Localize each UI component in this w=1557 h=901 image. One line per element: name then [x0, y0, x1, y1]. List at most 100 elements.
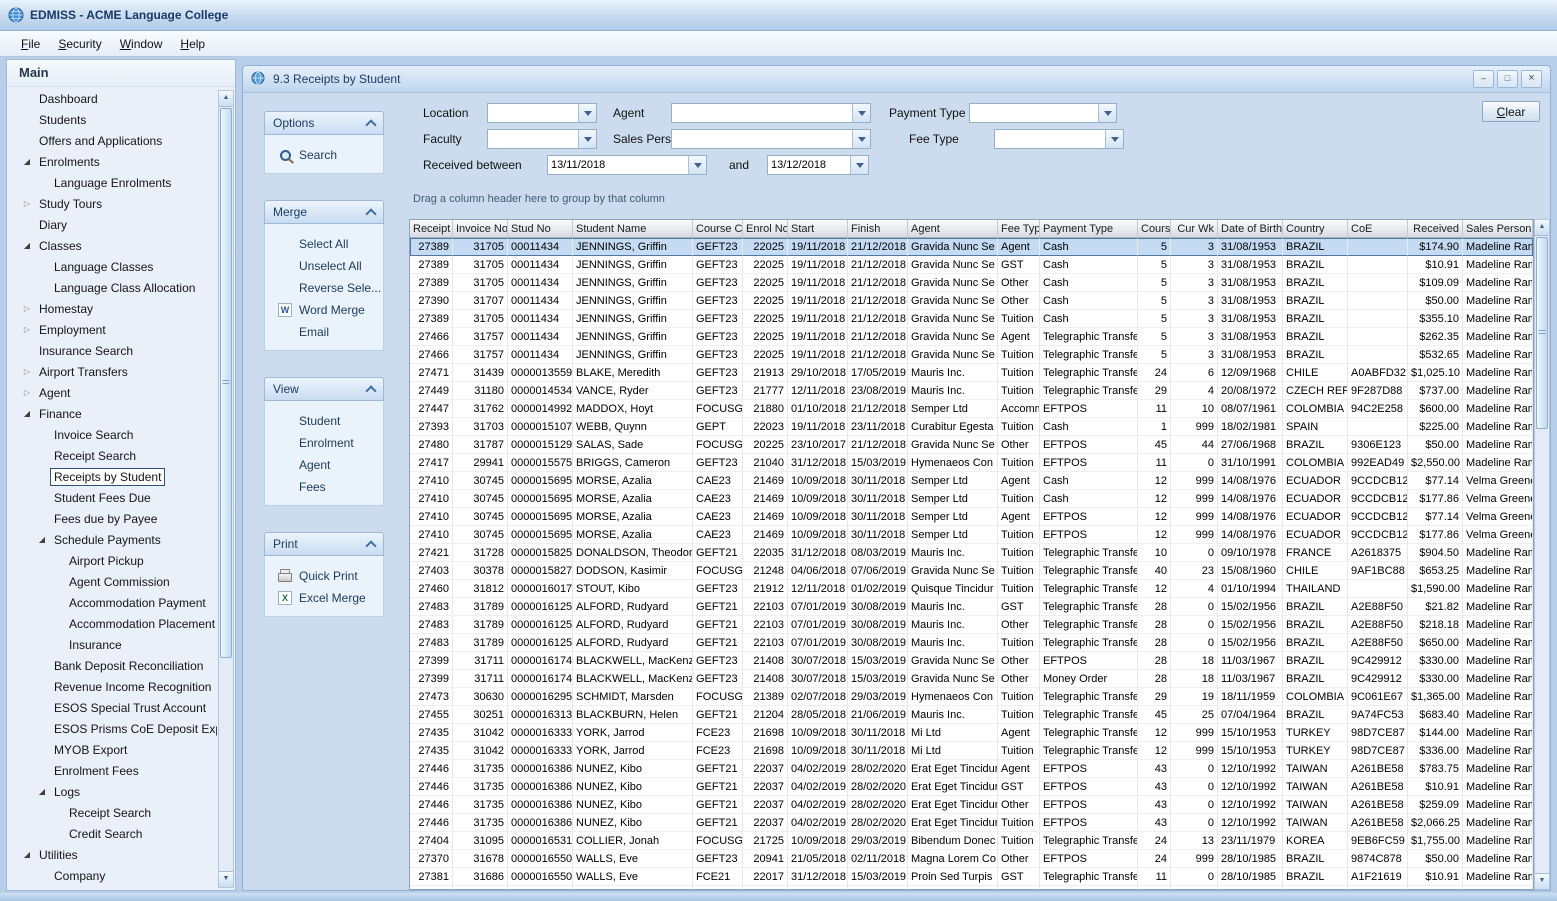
column-header-agent[interactable]: Agent: [908, 220, 998, 238]
table-row[interactable]: 27483317890000016125ALFORD, RudyardGEFT2…: [410, 634, 1533, 652]
sidebar-item-airport-pickup[interactable]: Airport Pickup: [7, 550, 217, 571]
column-header-date-of-birth[interactable]: Date of Birth: [1218, 220, 1283, 238]
grid-vertical-scrollbar[interactable]: ▲ ▼: [1534, 219, 1550, 890]
table-row[interactable]: 27410307450000015695MORSE, AzaliaCAE2321…: [410, 508, 1533, 526]
table-row[interactable]: 273903170700011434JENNINGS, GriffinGEFT2…: [410, 292, 1533, 310]
action-agent[interactable]: Agent: [265, 454, 383, 476]
close-icon[interactable]: ×: [1521, 70, 1542, 88]
table-row[interactable]: 27460318120000016017STOUT, KiboGEFT23219…: [410, 580, 1533, 598]
column-header-course[interactable]: Course: [1138, 220, 1171, 238]
minimize-icon[interactable]: –: [1473, 70, 1494, 88]
sidebar-item-students[interactable]: Students: [7, 109, 217, 130]
sidebar-item-receipts-by-student[interactable]: Receipts by Student: [7, 466, 217, 487]
expand-icon[interactable]: ▷: [19, 388, 35, 397]
table-row[interactable]: 27455302510000016313BLACKBURN, HelenGEFT…: [410, 706, 1533, 724]
group-header-print[interactable]: Print: [264, 532, 384, 556]
payment-type-select[interactable]: [969, 103, 1117, 123]
column-header-receipt-no[interactable]: Receipt No: [410, 220, 453, 238]
action-search[interactable]: Search: [265, 144, 383, 166]
table-row[interactable]: 27381316860000016550WALLS, EveFCE2122017…: [410, 886, 1533, 890]
calendar-dropdown-icon[interactable]: [850, 156, 868, 174]
received-to-date[interactable]: 13/12/2018: [767, 155, 869, 175]
sidebar-item-airport-transfers[interactable]: ▷Airport Transfers: [7, 361, 217, 382]
column-header-course-code[interactable]: Course Code: [693, 220, 743, 238]
expand-icon[interactable]: ▷: [19, 367, 35, 376]
table-row[interactable]: 273893170500011434JENNINGS, GriffinGEFT2…: [410, 256, 1533, 274]
scroll-down-icon[interactable]: ▼: [1535, 873, 1549, 889]
scroll-up-icon[interactable]: ▲: [1535, 220, 1549, 236]
collapse-icon[interactable]: ◢: [19, 157, 35, 166]
dropdown-arrow-icon[interactable]: [852, 104, 870, 122]
action-quick-print[interactable]: Quick Print: [265, 565, 383, 587]
received-from-date[interactable]: 13/11/2018: [547, 155, 707, 175]
column-header-invoice-no[interactable]: Invoice No: [453, 220, 508, 238]
menu-item-window[interactable]: Window: [111, 34, 172, 54]
group-header-view[interactable]: View: [264, 377, 384, 401]
sidebar-item-offers-and-applications[interactable]: Offers and Applications: [7, 130, 217, 151]
location-select[interactable]: [487, 103, 597, 123]
action-email[interactable]: Email: [265, 321, 383, 343]
table-row[interactable]: 273893170500011434JENNINGS, GriffinGEFT2…: [410, 274, 1533, 292]
sidebar-item-insurance-search[interactable]: Insurance Search: [7, 340, 217, 361]
action-fees[interactable]: Fees: [265, 476, 383, 498]
column-header-stud-no[interactable]: Stud No: [508, 220, 573, 238]
group-header-options[interactable]: Options: [264, 111, 384, 135]
sidebar-item-esos-special-trust-account[interactable]: ESOS Special Trust Account: [7, 697, 217, 718]
agent-select[interactable]: [671, 103, 871, 123]
menu-item-security[interactable]: Security: [49, 34, 110, 54]
table-row[interactable]: 27399317110000016174BLACKWELL, MacKenzie…: [410, 652, 1533, 670]
table-row[interactable]: 274663175700011434JENNINGS, GriffinGEFT2…: [410, 346, 1533, 364]
table-row[interactable]: 27404310950000016531COLLIER, JonahFOCUSG…: [410, 832, 1533, 850]
action-reverse-sele[interactable]: Reverse Sele...: [265, 277, 383, 299]
action-enrolment[interactable]: Enrolment: [265, 432, 383, 454]
sidebar-item-language-classes[interactable]: Language Classes: [7, 256, 217, 277]
expand-icon[interactable]: ▷: [19, 199, 35, 208]
collapse-icon[interactable]: ◢: [19, 850, 35, 859]
action-unselect-all[interactable]: Unselect All: [265, 255, 383, 277]
sidebar-item-dashboard[interactable]: Dashboard: [7, 88, 217, 109]
column-header-cur-wk[interactable]: Cur Wk: [1171, 220, 1218, 238]
sidebar-item-invoice-search[interactable]: Invoice Search: [7, 424, 217, 445]
sidebar-item-receipt-search[interactable]: Receipt Search: [7, 802, 217, 823]
sidebar-item-receipt-search[interactable]: Receipt Search: [7, 445, 217, 466]
sidebar-scrollbar[interactable]: ▲ ▼: [218, 90, 234, 888]
table-row[interactable]: 27417299410000015575BRIGGS, CameronGEFT2…: [410, 454, 1533, 472]
dropdown-arrow-icon[interactable]: [1105, 130, 1123, 148]
sidebar-item-fees-due-by-payee[interactable]: Fees due by Payee: [7, 508, 217, 529]
table-row[interactable]: 27446317350000016386NUNEZ, KiboGEFT21220…: [410, 814, 1533, 832]
column-header-enrol-no[interactable]: Enrol No: [743, 220, 788, 238]
dropdown-arrow-icon[interactable]: [578, 104, 596, 122]
title-bar[interactable]: EDMISS - ACME Language College: [0, 0, 1557, 31]
table-row[interactable]: 27446317350000016386NUNEZ, KiboGEFT21220…: [410, 760, 1533, 778]
sidebar-item-language-enrolments[interactable]: Language Enrolments: [7, 172, 217, 193]
restore-icon[interactable]: □: [1497, 70, 1518, 88]
table-row[interactable]: 273893170500011434JENNINGS, GriffinGEFT2…: [410, 310, 1533, 328]
table-row[interactable]: 27410307450000015695MORSE, AzaliaCAE2321…: [410, 472, 1533, 490]
group-by-bar[interactable]: Drag a column header here to group by th…: [409, 185, 1550, 219]
faculty-select[interactable]: [487, 129, 597, 149]
scrollbar-thumb[interactable]: [220, 108, 232, 658]
fee-type-select[interactable]: [994, 129, 1124, 149]
table-row[interactable]: 27410307450000015695MORSE, AzaliaCAE2321…: [410, 526, 1533, 544]
sidebar-item-study-tours[interactable]: ▷Study Tours: [7, 193, 217, 214]
column-header-payment-type[interactable]: Payment Type: [1040, 220, 1138, 238]
sidebar-item-student-fees-due[interactable]: Student Fees Due: [7, 487, 217, 508]
sidebar-item-agent-commission[interactable]: Agent Commission: [7, 571, 217, 592]
column-header-student-name[interactable]: Student Name: [573, 220, 693, 238]
collapse-icon[interactable]: ◢: [19, 409, 35, 418]
table-row[interactable]: 27399317110000016174BLACKWELL, MacKenzie…: [410, 670, 1533, 688]
menu-item-file[interactable]: File: [12, 34, 49, 54]
expand-icon[interactable]: ▷: [19, 325, 35, 334]
sidebar-item-enrolment-fees[interactable]: Enrolment Fees: [7, 760, 217, 781]
column-header-received[interactable]: Received: [1408, 220, 1463, 238]
panel-title-bar[interactable]: 9.3 Receipts by Student – □ ×: [243, 66, 1550, 93]
expand-icon[interactable]: ▷: [19, 304, 35, 313]
sidebar-item-homestay[interactable]: ▷Homestay: [7, 298, 217, 319]
table-row[interactable]: 27473306300000016295SCHMIDT, MarsdenFOCU…: [410, 688, 1533, 706]
table-row[interactable]: 27446317350000016386NUNEZ, KiboGEFT21220…: [410, 778, 1533, 796]
sidebar-item-classes[interactable]: ◢Classes: [7, 235, 217, 256]
sidebar-item-utilities[interactable]: ◢Utilities: [7, 844, 217, 865]
table-row[interactable]: 27471314390000013559BLAKE, MeredithGEFT2…: [410, 364, 1533, 382]
dropdown-arrow-icon[interactable]: [578, 130, 596, 148]
sidebar-item-insurance[interactable]: Insurance: [7, 634, 217, 655]
